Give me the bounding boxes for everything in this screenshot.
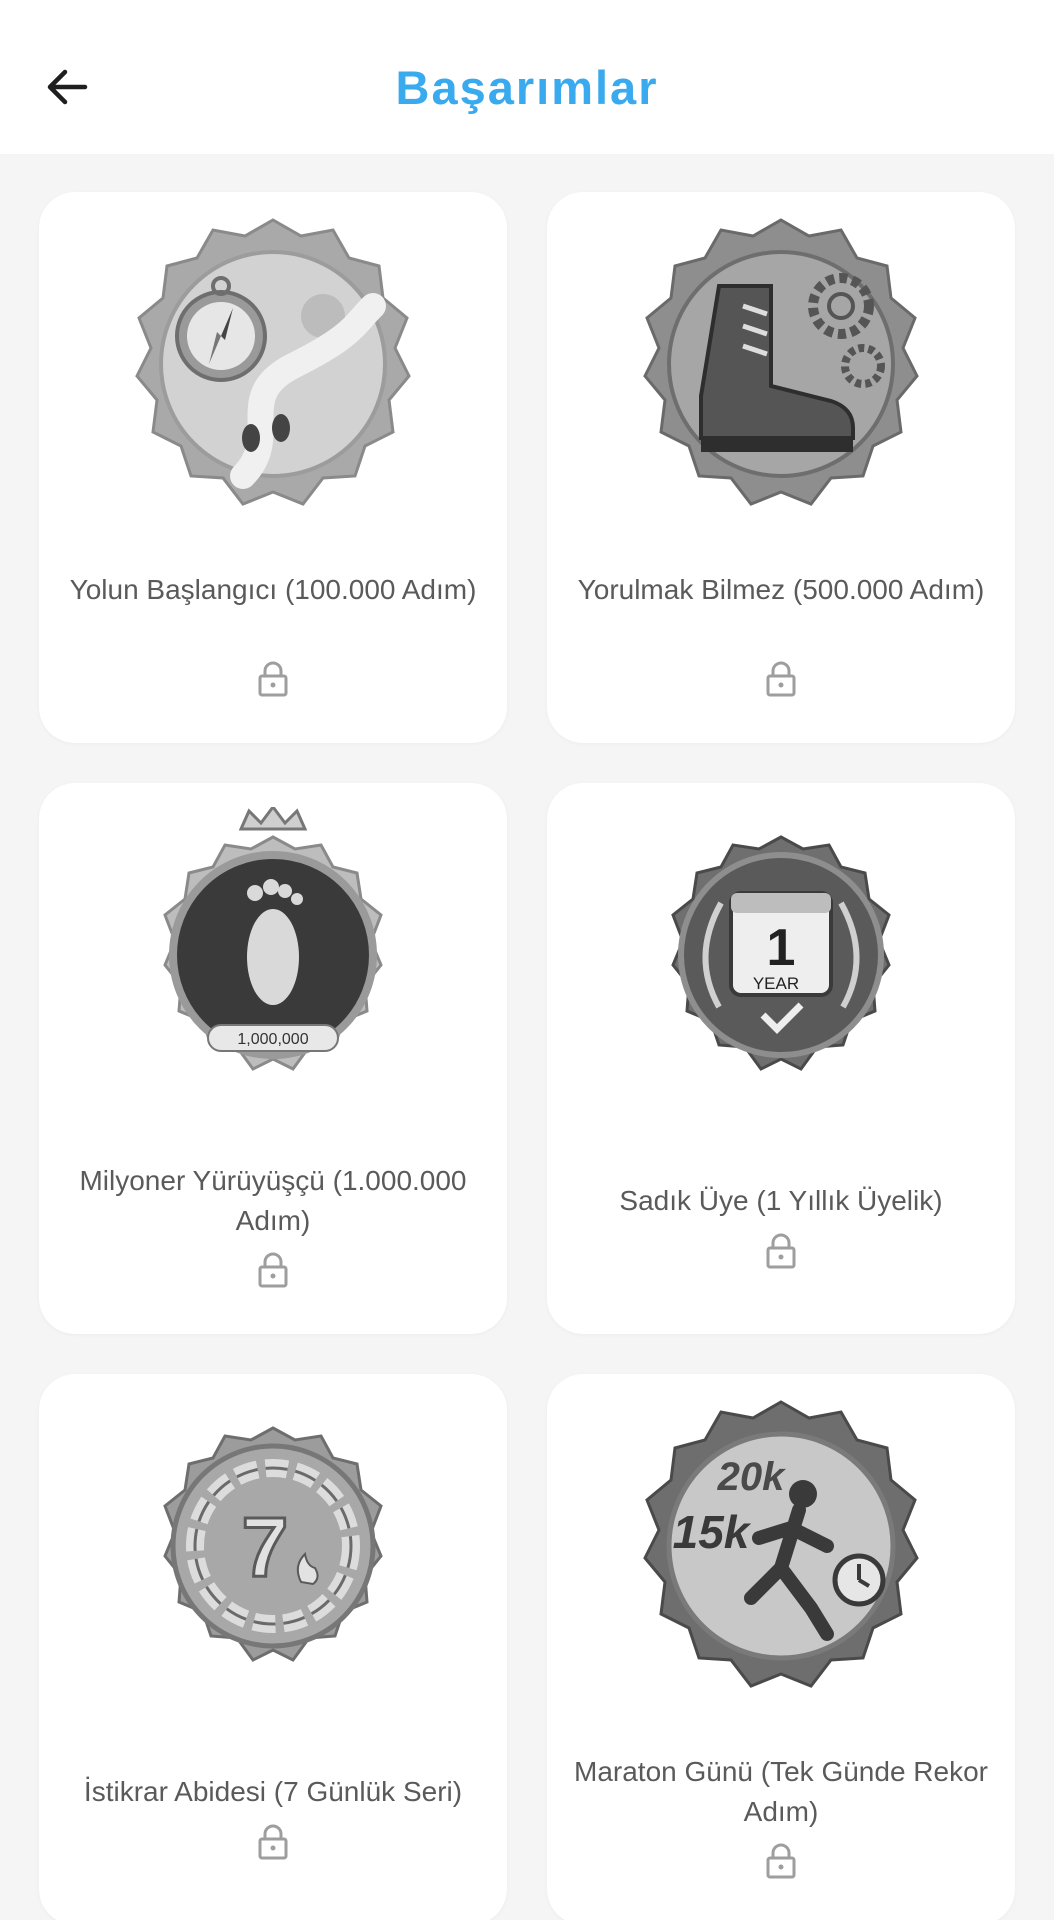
achievement-card[interactable]: 1,000,000 Milyoner Yürüyüşçü (1.000.000 … [39,783,507,1334]
lock-icon [257,1252,289,1288]
lock-icon [257,1824,289,1860]
achievement-title: İstikrar Abidesi (7 Günlük Seri) [83,1776,463,1807]
page-title: Başarımlar [395,61,659,114]
chain-seven-badge-icon: 7 [123,1398,423,1698]
achievement-card[interactable]: 7 İstikrar Abidesi (7 Günlük Seri) [39,1374,507,1920]
achievement-card[interactable]: 1 YEAR Sadık Üye (1 Yıllık Üyelik) [547,783,1015,1334]
lock-icon [765,1233,797,1269]
achievement-title: Yorulmak Bilmez (500.000 Adım) [577,574,985,605]
badge-number: 7 [242,1500,289,1594]
compass-path-badge-icon [123,216,423,516]
achievement-card[interactable]: Yorulmak Bilmez (500.000 Adım) [547,192,1015,743]
achievement-card[interactable]: Yolun Başlangıcı (100.000 Adım) [39,192,507,743]
footprint-crown-badge-icon: 1,000,000 [123,807,423,1107]
app-bar: Başarımlar [0,0,1054,154]
badge-text-bottom: 15k [673,1506,752,1558]
achievement-title: Milyoner Yürüyüşçü (1.000.000 Adım) [79,1165,467,1236]
lock-icon [765,661,797,697]
badge-word: YEAR [753,974,799,993]
achievements-grid: Yolun Başlangıcı (100.000 Adım) Yorulmak… [0,154,1054,1920]
badge-number: 1 [767,919,796,977]
lock-icon [765,1843,797,1879]
runner-badge-icon: 20k 15k [631,1398,931,1698]
achievement-card[interactable]: 20k 15k Maraton Günü (Tek Günde Rekor Ad… [547,1374,1015,1920]
badge-text: 1,000,000 [237,1031,308,1048]
achievement-title: Sadık Üye (1 Yıllık Üyelik) [619,1185,943,1216]
achievement-title: Yolun Başlangıcı (100.000 Adım) [69,574,477,605]
badge-text-top: 20k [717,1455,786,1499]
achievement-title: Maraton Günü (Tek Günde Rekor Adım) [574,1756,988,1827]
calendar-laurel-badge-icon: 1 YEAR [631,807,931,1107]
lock-icon [257,661,289,697]
boot-gears-badge-icon [631,216,931,516]
